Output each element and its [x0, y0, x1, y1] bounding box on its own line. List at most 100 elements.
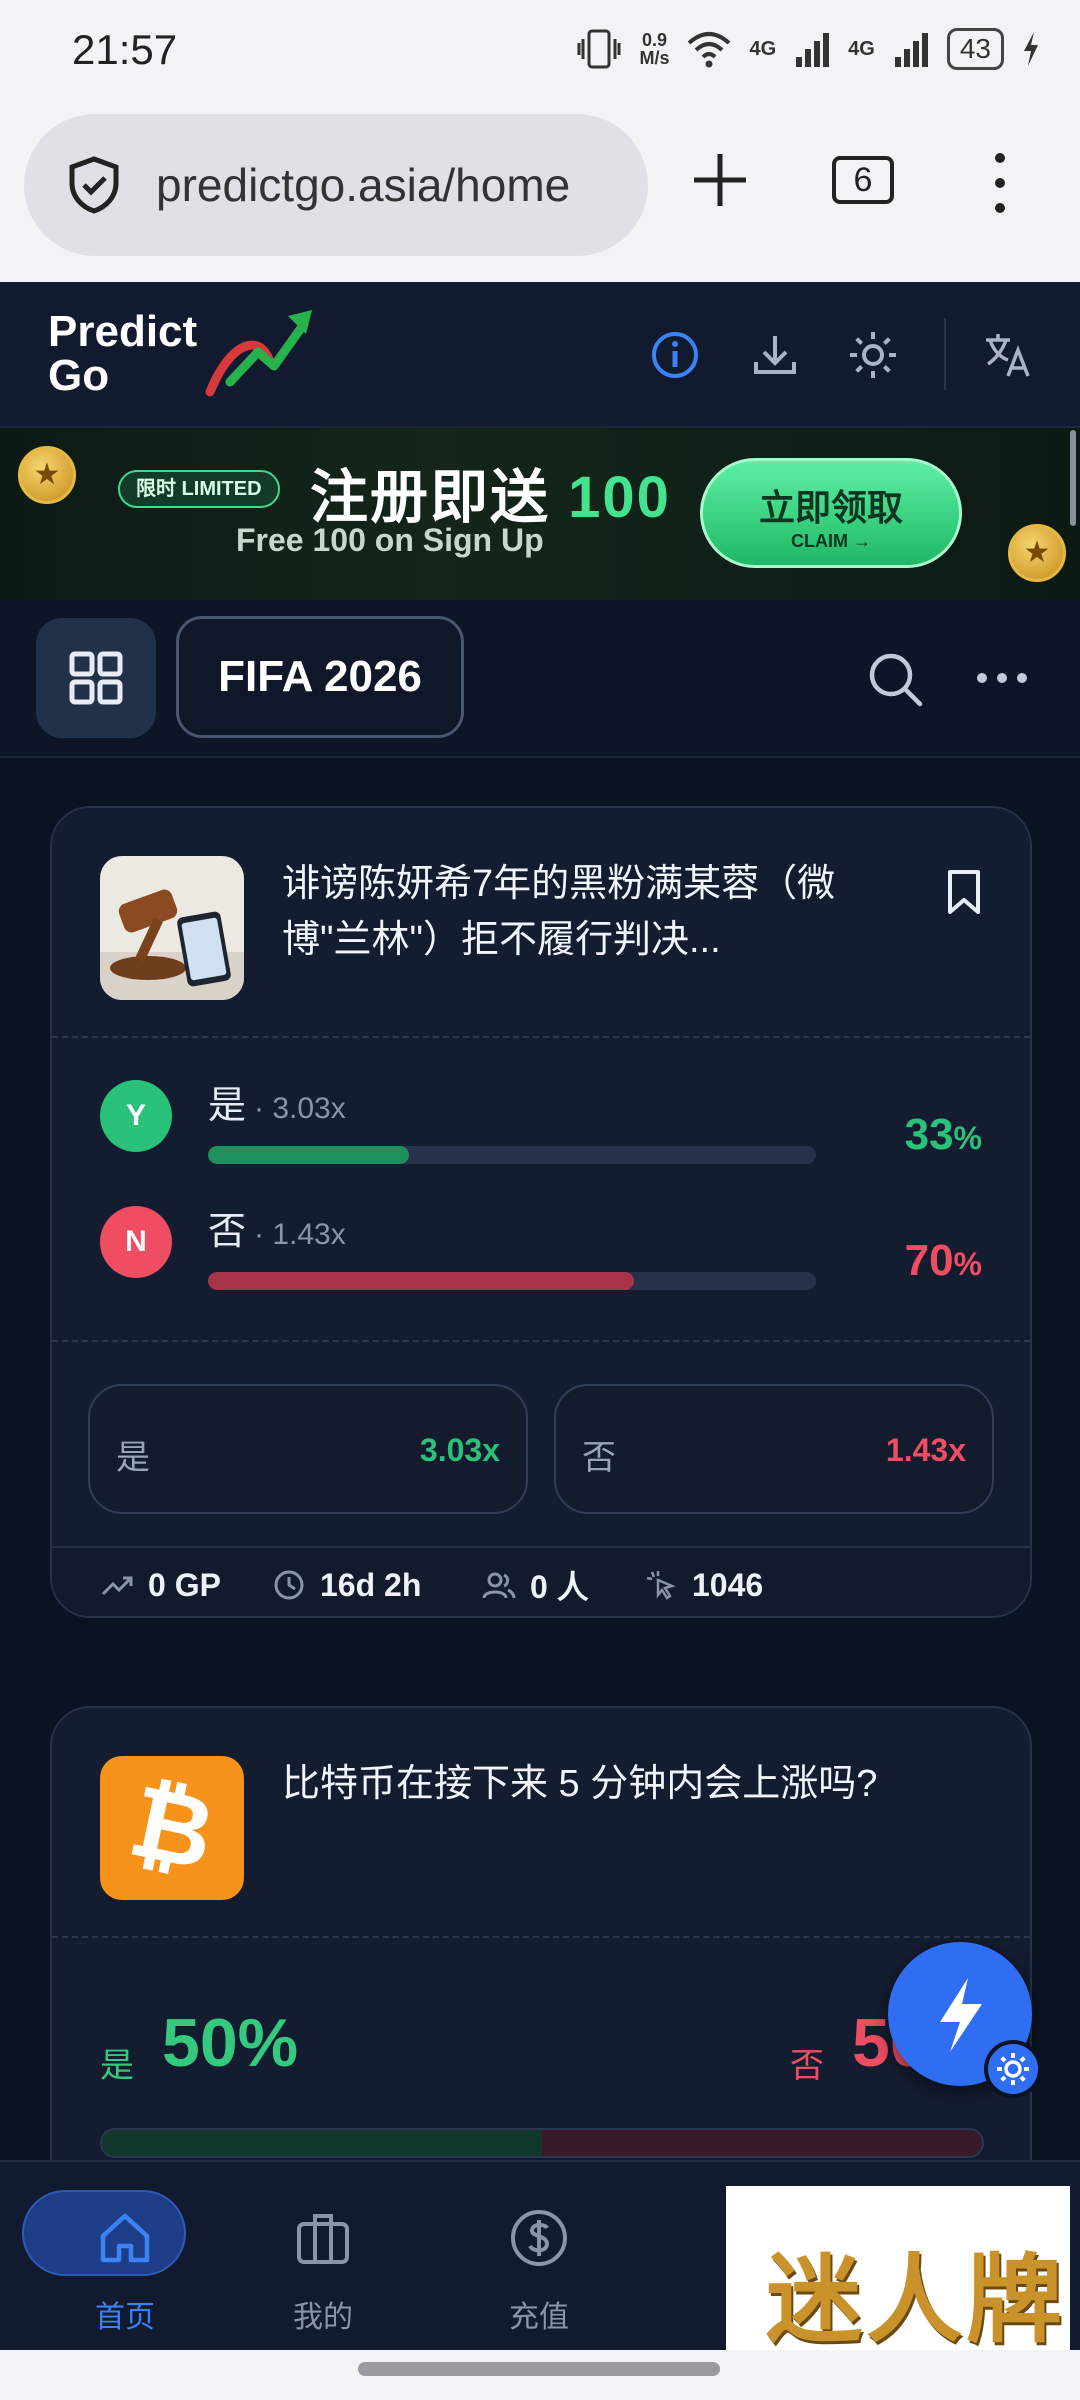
plus-icon[interactable] — [690, 150, 750, 210]
promo-banner[interactable]: ★ ★ 限时 LIMITED 注册即送 100 Free 100 on Sign… — [0, 428, 1080, 600]
net-speed: 0.9 M/s — [639, 30, 670, 68]
tabs-icon[interactable]: 6 — [832, 156, 894, 204]
bet-yes-odds: 3.03x — [419, 1432, 500, 1468]
no-label: 否 — [790, 2047, 824, 2085]
gesture-bar — [0, 2350, 1080, 2400]
market-title[interactable]: 诽谤陈妍希7年的黑粉满某蓉（微博"兰林"）拒不履行判决... — [282, 856, 882, 968]
info-icon[interactable] — [648, 328, 702, 382]
bet-no-label: 否 — [582, 1439, 616, 1477]
option-yes-progress-fill — [208, 1146, 409, 1164]
brand-watermark: 迷人牌 — [726, 2186, 1070, 2376]
bookmark-icon[interactable] — [944, 868, 984, 916]
nav-label: 充值 — [509, 2301, 569, 2334]
option-no-progress-fill — [208, 1272, 634, 1290]
divider — [52, 1936, 1030, 1938]
shield-icon[interactable] — [64, 155, 124, 215]
stat-volume: 0 GP — [100, 1548, 221, 1616]
address-bar[interactable]: predictgo.asia/home — [24, 114, 648, 256]
yes-percent: 50% — [162, 2005, 299, 2081]
signal-icon — [894, 33, 928, 67]
status-bar: 21:57 0.9 M/s 4G 4G 43 — [0, 0, 1080, 100]
browser-toolbar: predictgo.asia/home 6 — [0, 100, 1080, 282]
vibrate-icon — [577, 29, 621, 69]
gavel-image-icon — [100, 856, 244, 1000]
yes-label: 是 — [100, 2047, 134, 2085]
option-no-multiplier: · 1.43x — [254, 1218, 346, 1251]
page-scrollbar[interactable] — [1070, 430, 1076, 526]
trending-up-icon — [101, 1576, 133, 1596]
option-no-badge: N — [100, 1206, 172, 1278]
promo-subline: Free 100 on Sign Up — [236, 522, 544, 558]
option-yes-multiplier: · 3.03x — [254, 1092, 346, 1125]
option-yes-percent: 33% — [904, 1110, 982, 1159]
market-stats: 0 GP 16d 2h 0 人 1046 — [52, 1546, 1030, 1616]
battery-icon: 43 — [946, 28, 1004, 70]
stat-clicks: 1046 — [644, 1548, 763, 1616]
limited-badge: 限时 LIMITED — [118, 470, 280, 508]
nav-label: 我的 — [293, 2301, 353, 2334]
nav-label: 首页 — [95, 2301, 155, 2334]
coin-icon: ★ — [1008, 524, 1066, 582]
more-horiz-icon[interactable] — [976, 666, 1028, 690]
coin-icon: ★ — [18, 446, 76, 504]
market-card[interactable]: 诽谤陈妍希7年的黑粉满某蓉（微博"兰林"）拒不履行判决... Y 是 · 3.03… — [50, 806, 1032, 1618]
divider — [52, 1340, 1030, 1342]
stat-participants: 0 人 — [482, 1548, 589, 1616]
status-time: 21:57 — [72, 26, 178, 73]
market-title[interactable]: 比特币在接下来 5 分钟内会上涨吗? — [282, 1756, 882, 1812]
option-no-label: 否 · 1.43x — [208, 1211, 346, 1253]
nav-item-recharge[interactable]: 充值 — [444, 2180, 634, 2334]
header-divider — [944, 318, 946, 390]
option-no-percent: 70% — [904, 1236, 982, 1285]
download-icon[interactable] — [748, 328, 802, 382]
market-card[interactable]: ₿ 比特币在接下来 5 分钟内会上涨吗? 是 50% 否 50% — [50, 1706, 1032, 2160]
category-grid-button[interactable] — [36, 618, 156, 738]
category-chip-fifa[interactable]: FIFA 2026 — [176, 616, 464, 738]
network-label-1: 4G — [749, 37, 777, 60]
logo-chart-icon — [205, 310, 312, 397]
status-icons: 0.9 M/s 4G 4G 43 — [577, 28, 1040, 70]
option-yes-label: 是 · 3.03x — [208, 1085, 346, 1127]
bet-yes-label: 是 — [116, 1439, 150, 1477]
home-icon — [100, 2213, 150, 2263]
stat-time-left: 16d 2h — [272, 1548, 421, 1616]
category-bar: FIFA 2026 — [0, 600, 1080, 758]
clock-icon — [274, 1570, 304, 1600]
yes-no-split-bar — [100, 2128, 984, 2158]
search-icon[interactable] — [866, 650, 924, 708]
sun-icon[interactable] — [846, 328, 900, 382]
promo-amount: 100 — [568, 465, 671, 530]
network-label-2: 4G — [848, 37, 875, 60]
option-yes-progress — [208, 1146, 816, 1164]
fab-settings-button[interactable] — [984, 2040, 1042, 2098]
nav-item-home[interactable]: 首页 — [22, 2180, 220, 2334]
app-header: Predict Go — [0, 282, 1080, 428]
gear-icon — [997, 2053, 1029, 2085]
option-yes-badge: Y — [100, 1080, 172, 1152]
bet-no-button[interactable]: 否 1.43x — [554, 1384, 994, 1514]
gesture-handle[interactable] — [358, 2362, 720, 2376]
split-no-fill — [542, 2130, 982, 2156]
charging-icon — [1024, 32, 1038, 66]
dollar-icon — [511, 2210, 567, 2266]
claim-button[interactable]: 立即领取 CLAIM → — [700, 458, 962, 568]
translate-icon[interactable] — [980, 328, 1034, 382]
bet-no-odds: 1.43x — [885, 1432, 966, 1468]
nav-item-mine[interactable]: 我的 — [228, 2180, 418, 2334]
claim-button-sublabel: CLAIM → — [791, 531, 871, 551]
signal-icon — [796, 33, 830, 67]
market-thumbnail — [100, 856, 244, 1000]
click-icon — [646, 1571, 676, 1600]
url-text[interactable]: predictgo.asia/home — [156, 158, 570, 212]
more-vert-icon[interactable] — [990, 148, 1010, 218]
grid-icon — [69, 651, 123, 705]
wifi-icon — [688, 32, 731, 68]
bet-yes-button[interactable]: 是 3.03x — [88, 1384, 528, 1514]
users-icon — [482, 1572, 516, 1599]
bitcoin-icon: ₿ — [100, 1756, 244, 1900]
briefcase-icon — [297, 2214, 349, 2264]
divider — [52, 1036, 1030, 1038]
option-no-progress — [208, 1272, 816, 1290]
app-logo[interactable]: Predict Go — [48, 310, 197, 398]
split-yes-fill — [102, 2130, 542, 2156]
